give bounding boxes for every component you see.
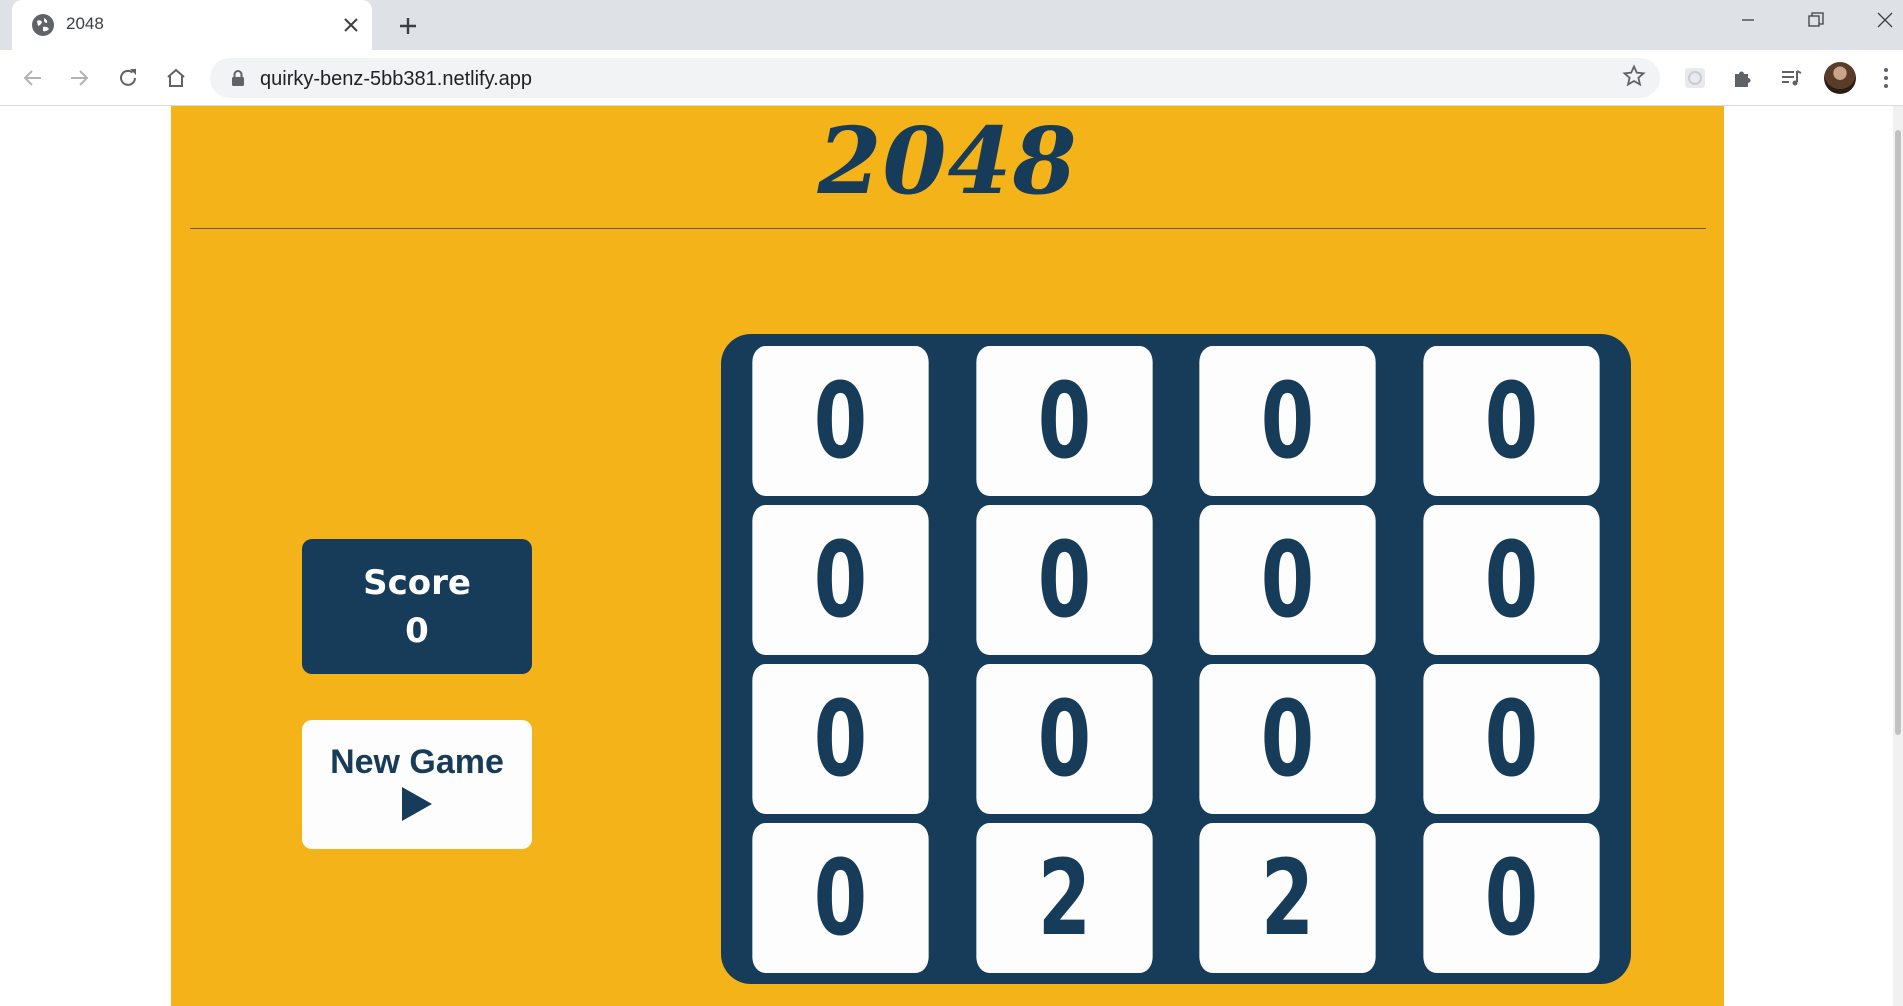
game-title: 2048 — [817, 107, 1078, 215]
globe-icon — [32, 14, 54, 36]
game-board: 0 0 0 0 0 0 0 0 0 0 0 0 0 2 2 0 — [721, 334, 1631, 984]
tile: 0 — [752, 823, 929, 973]
media-icon[interactable] — [1775, 62, 1807, 94]
new-game-button[interactable]: New Game — [302, 720, 532, 849]
tile: 0 — [1199, 346, 1376, 496]
game-container: 2048 Score 0 New Game 0 0 0 0 0 0 0 0 0 … — [171, 106, 1724, 1006]
tile: 0 — [1199, 664, 1376, 814]
star-icon[interactable] — [1622, 64, 1646, 94]
scrollbar-thumb[interactable] — [1895, 130, 1901, 735]
score-label: Score — [363, 562, 471, 603]
close-window-icon[interactable] — [1855, 0, 1903, 40]
puzzle-icon[interactable] — [1727, 62, 1759, 94]
close-icon[interactable] — [337, 11, 365, 39]
play-icon — [400, 785, 434, 828]
tile: 0 — [752, 505, 929, 655]
address-bar[interactable]: quirky-benz-5bb381.netlify.app — [210, 58, 1660, 98]
tile: 0 — [1199, 505, 1376, 655]
extension-icon[interactable] — [1679, 62, 1711, 94]
tab-title: 2048 — [66, 14, 104, 33]
tile: 2 — [1199, 823, 1376, 973]
tile: 0 — [752, 664, 929, 814]
reload-icon[interactable] — [112, 62, 144, 94]
tile: 0 — [1423, 823, 1600, 973]
tile: 0 — [976, 346, 1153, 496]
browser-tabstrip: 2048 — [0, 0, 1903, 50]
tile: 0 — [976, 664, 1153, 814]
menu-icon[interactable] — [1876, 62, 1896, 94]
tile: 0 — [1423, 505, 1600, 655]
tile: 0 — [1423, 664, 1600, 814]
home-icon[interactable] — [160, 62, 192, 94]
tile: 2 — [976, 823, 1153, 973]
restore-icon[interactable] — [1786, 0, 1846, 40]
tile: 0 — [752, 346, 929, 496]
score-box: Score 0 — [302, 539, 532, 674]
plus-icon[interactable] — [390, 8, 426, 44]
new-game-label: New Game — [330, 743, 504, 781]
tile: 0 — [976, 505, 1153, 655]
score-value: 0 — [405, 610, 429, 651]
profile-avatar[interactable] — [1824, 62, 1856, 94]
forward-icon[interactable] — [64, 62, 96, 94]
tile: 0 — [1423, 346, 1600, 496]
browser-toolbar: quirky-benz-5bb381.netlify.app — [0, 50, 1903, 106]
minimize-icon[interactable] — [1718, 0, 1778, 40]
page-viewport: 2048 Score 0 New Game 0 0 0 0 0 0 0 0 0 … — [0, 106, 1903, 1006]
back-icon[interactable] — [16, 62, 48, 94]
url-text[interactable]: quirky-benz-5bb381.netlify.app — [260, 68, 532, 91]
title-divider — [190, 228, 1706, 229]
lock-icon[interactable] — [230, 69, 246, 92]
browser-tab[interactable]: 2048 — [12, 0, 372, 50]
